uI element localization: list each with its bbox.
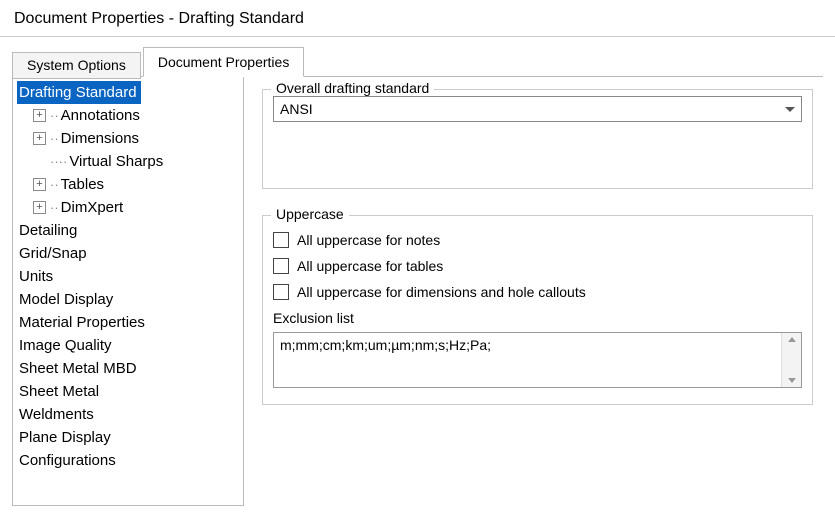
tree-label: Dimensions bbox=[61, 127, 139, 150]
tree-item-weldments[interactable]: Weldments bbox=[17, 403, 239, 426]
checkbox-label: All uppercase for notes bbox=[297, 232, 440, 248]
checkbox-uppercase-dimensions[interactable]: All uppercase for dimensions and hole ca… bbox=[273, 284, 802, 300]
arrow-up-icon bbox=[788, 337, 796, 342]
chevron-down-icon bbox=[785, 107, 795, 112]
expand-icon[interactable]: + bbox=[33, 178, 46, 191]
checkbox-icon bbox=[273, 232, 289, 248]
expand-icon[interactable]: + bbox=[33, 109, 46, 122]
tree-item-units[interactable]: Units bbox=[17, 265, 239, 288]
tab-system-options[interactable]: System Options bbox=[12, 52, 141, 79]
tree-item-grid-snap[interactable]: Grid/Snap bbox=[17, 242, 239, 265]
expand-icon[interactable]: + bbox=[33, 201, 46, 214]
tree-label: Virtual Sharps bbox=[69, 150, 163, 173]
checkbox-label: All uppercase for tables bbox=[297, 258, 443, 274]
tree-item-model-display[interactable]: Model Display bbox=[17, 288, 239, 311]
checkbox-icon bbox=[273, 284, 289, 300]
tree-label: Tables bbox=[61, 173, 104, 196]
category-tree: Drafting Standard + ·· Annotations + ·· … bbox=[12, 77, 244, 506]
drafting-standard-select[interactable]: ANSI bbox=[273, 96, 802, 122]
tree-item-drafting-standard[interactable]: Drafting Standard bbox=[17, 81, 141, 104]
tree-item-virtual-sharps[interactable]: ···· Virtual Sharps bbox=[17, 150, 239, 173]
group-legend: Uppercase bbox=[271, 206, 349, 222]
tree-item-sheet-metal[interactable]: Sheet Metal bbox=[17, 380, 239, 403]
checkbox-label: All uppercase for dimensions and hole ca… bbox=[297, 284, 586, 300]
exclusion-list-input[interactable]: m;mm;cm;km;um;µm;nm;s;Hz;Pa; bbox=[273, 332, 802, 388]
expand-icon[interactable]: + bbox=[33, 132, 46, 145]
tree-item-image-quality[interactable]: Image Quality bbox=[17, 334, 239, 357]
tree-item-configurations[interactable]: Configurations bbox=[17, 449, 239, 472]
tree-item-sheet-metal-mbd[interactable]: Sheet Metal MBD bbox=[17, 357, 239, 380]
group-legend: Overall drafting standard bbox=[271, 80, 434, 96]
tab-document-properties[interactable]: Document Properties bbox=[143, 47, 305, 77]
tree-item-dimensions[interactable]: + ·· Dimensions bbox=[17, 127, 239, 150]
arrow-down-icon bbox=[788, 378, 796, 383]
group-overall-standard: Overall drafting standard ANSI bbox=[262, 89, 813, 189]
tree-item-material-properties[interactable]: Material Properties bbox=[17, 311, 239, 334]
tree-item-annotations[interactable]: + ·· Annotations bbox=[17, 104, 239, 127]
select-value: ANSI bbox=[280, 101, 313, 117]
scrollbar[interactable] bbox=[781, 333, 801, 387]
tree-item-plane-display[interactable]: Plane Display bbox=[17, 426, 239, 449]
checkbox-icon bbox=[273, 258, 289, 274]
checkbox-uppercase-tables[interactable]: All uppercase for tables bbox=[273, 258, 802, 274]
tree-item-detailing[interactable]: Detailing bbox=[17, 219, 239, 242]
tree-item-dimxpert[interactable]: + ·· DimXpert bbox=[17, 196, 239, 219]
tab-strip: System Options Document Properties bbox=[12, 47, 823, 77]
tree-item-tables[interactable]: + ·· Tables bbox=[17, 173, 239, 196]
window-title: Document Properties - Drafting Standard bbox=[0, 0, 835, 36]
tree-label: DimXpert bbox=[61, 196, 124, 219]
exclusion-list-label: Exclusion list bbox=[273, 310, 802, 326]
tree-label: Annotations bbox=[61, 104, 140, 127]
checkbox-uppercase-notes[interactable]: All uppercase for notes bbox=[273, 232, 802, 248]
group-uppercase: Uppercase All uppercase for notes All up… bbox=[262, 215, 813, 405]
exclusion-list-value: m;mm;cm;km;um;µm;nm;s;Hz;Pa; bbox=[274, 333, 781, 387]
